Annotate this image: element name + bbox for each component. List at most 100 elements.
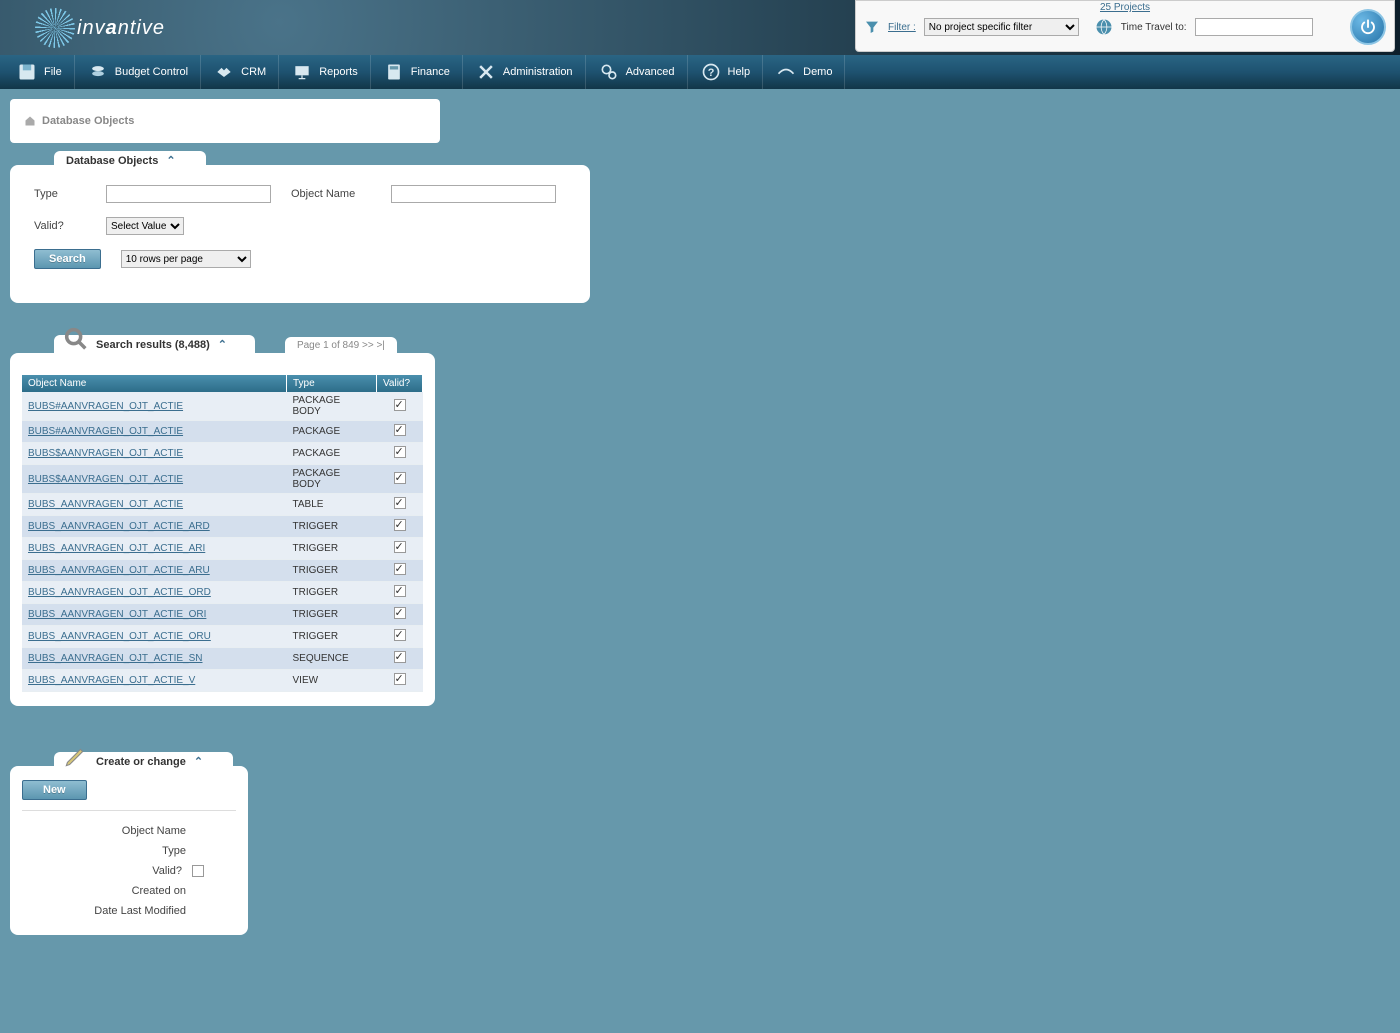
type-cell: VIEW xyxy=(287,670,377,692)
valid-checkbox[interactable] xyxy=(394,651,406,663)
magnifier-icon xyxy=(62,325,90,353)
valid-select[interactable]: Select Value xyxy=(106,217,184,235)
projects-count-link[interactable]: 25 Projects xyxy=(856,1,1394,14)
valid-checkbox[interactable] xyxy=(394,563,406,575)
menu-label: Reports xyxy=(319,66,358,78)
table-row: BUBS_AANVRAGEN_OJT_ACTIE_ARDTRIGGER xyxy=(22,516,423,538)
valid-checkbox[interactable] xyxy=(394,446,406,458)
menu-label: Advanced xyxy=(626,66,675,78)
object-link[interactable]: BUBS#AANVRAGEN_OJT_ACTIE xyxy=(28,426,183,437)
pencil-icon xyxy=(62,744,88,770)
object-link[interactable]: BUBS_AANVRAGEN_OJT_ACTIE_ARU xyxy=(28,565,210,576)
object-link[interactable]: BUBS_AANVRAGEN_OJT_ACTIE xyxy=(28,499,183,510)
object-link[interactable]: BUBS$AANVRAGEN_OJT_ACTIE xyxy=(28,474,183,485)
coins-icon xyxy=(87,61,109,83)
project-filter-select[interactable]: No project specific filter xyxy=(924,18,1079,36)
brand-pre: inv xyxy=(77,17,106,39)
object-link[interactable]: BUBS$AANVRAGEN_OJT_ACTIE xyxy=(28,448,183,459)
type-cell: PACKAGE BODY xyxy=(287,392,377,421)
menu-admin[interactable]: Administration xyxy=(463,55,586,89)
type-cell: TRIGGER xyxy=(287,626,377,648)
power-icon xyxy=(1359,18,1377,36)
create-type-label: Type xyxy=(162,845,186,857)
topbar: invantive 25 Projects Filter : No projec… xyxy=(0,0,1400,55)
rows-per-page-select[interactable]: 10 rows per page xyxy=(121,250,251,268)
menu-label: Finance xyxy=(411,66,450,78)
type-cell: TRIGGER xyxy=(287,538,377,560)
valid-checkbox[interactable] xyxy=(394,629,406,641)
table-row: BUBS#AANVRAGEN_OJT_ACTIE PACKAGE BODY xyxy=(22,392,423,421)
object-link[interactable]: BUBS_AANVRAGEN_OJT_ACTIE_ARD xyxy=(28,521,210,532)
logo-starburst-icon xyxy=(35,8,75,48)
object-link[interactable]: BUBS_AANVRAGEN_OJT_ACTIE_ORU xyxy=(28,631,211,642)
valid-checkbox[interactable] xyxy=(394,607,406,619)
collapse-chevron-icon[interactable]: ⌃ xyxy=(194,755,203,768)
filter-link[interactable]: Filter : xyxy=(888,22,916,33)
main-menu: File Budget Control CRM Reports Finance … xyxy=(0,55,1400,89)
type-input[interactable] xyxy=(106,185,271,203)
menu-label: Administration xyxy=(503,66,573,78)
valid-checkbox[interactable] xyxy=(394,673,406,685)
tools-icon xyxy=(475,61,497,83)
power-button[interactable] xyxy=(1350,9,1386,45)
object-link[interactable]: BUBS_AANVRAGEN_OJT_ACTIE_ORD xyxy=(28,587,211,598)
valid-checkbox[interactable] xyxy=(394,497,406,509)
menu-crm[interactable]: CRM xyxy=(201,55,279,89)
object-link[interactable]: BUBS_AANVRAGEN_OJT_ACTIE_SN xyxy=(28,653,203,664)
gears-icon xyxy=(598,61,620,83)
object-link[interactable]: BUBS_AANVRAGEN_OJT_ACTIE_V xyxy=(28,675,195,686)
valid-checkbox[interactable] xyxy=(394,472,406,484)
results-panel: Search results (8,488) ⌃ Page 1 of 849 >… xyxy=(10,353,435,706)
search-button[interactable]: Search xyxy=(34,249,101,269)
funnel-icon xyxy=(864,19,880,35)
globe-icon xyxy=(1095,18,1113,36)
header-controls: Filter : No project specific filter Time… xyxy=(856,14,1394,40)
search-panel-title: Database Objects xyxy=(66,155,158,167)
col-valid[interactable]: Valid? xyxy=(377,375,423,392)
type-cell: PACKAGE BODY xyxy=(287,465,377,494)
valid-checkbox[interactable] xyxy=(394,424,406,436)
menu-help[interactable]: ? Help xyxy=(688,55,764,89)
type-label: Type xyxy=(34,188,86,200)
help-icon: ? xyxy=(700,61,722,83)
object-link[interactable]: BUBS_AANVRAGEN_OJT_ACTIE_ARI xyxy=(28,543,205,554)
table-row: BUBS#AANVRAGEN_OJT_ACTIEPACKAGE xyxy=(22,421,423,443)
collapse-chevron-icon[interactable]: ⌃ xyxy=(218,338,227,351)
menu-label: Demo xyxy=(803,66,832,78)
timetravel-label: Time Travel to: xyxy=(1121,22,1187,33)
create-panel: Create or change ⌃ New Object Name Type … xyxy=(10,766,248,935)
valid-checkbox[interactable] xyxy=(394,585,406,597)
menu-advanced[interactable]: Advanced xyxy=(586,55,688,89)
create-valid-checkbox[interactable] xyxy=(192,865,204,877)
pager[interactable]: Page 1 of 849 >> >| xyxy=(285,337,397,354)
svg-text:?: ? xyxy=(707,67,714,79)
menu-reports[interactable]: Reports xyxy=(279,55,371,89)
valid-checkbox[interactable] xyxy=(394,399,406,411)
breadcrumb: Database Objects xyxy=(10,99,440,143)
menu-finance[interactable]: Finance xyxy=(371,55,463,89)
object-name-label: Object Name xyxy=(291,188,371,200)
menu-label: Help xyxy=(728,66,751,78)
search-panel-tab: Database Objects ⌃ xyxy=(54,151,206,170)
breadcrumb-title: Database Objects xyxy=(42,115,134,127)
type-cell: PACKAGE xyxy=(287,443,377,465)
valid-checkbox[interactable] xyxy=(394,541,406,553)
type-cell: TABLE xyxy=(287,494,377,516)
collapse-chevron-icon[interactable]: ⌃ xyxy=(166,154,175,167)
timetravel-input[interactable] xyxy=(1195,18,1313,36)
table-row: BUBS_AANVRAGEN_OJT_ACTIE_ARI TRIGGER xyxy=(22,538,423,560)
menu-demo[interactable]: Demo xyxy=(763,55,845,89)
col-type[interactable]: Type xyxy=(287,375,377,392)
search-panel: Database Objects ⌃ Type Object Name Vali… xyxy=(10,165,590,303)
table-row: BUBS_AANVRAGEN_OJT_ACTIE TABLE xyxy=(22,494,423,516)
object-link[interactable]: BUBS#AANVRAGEN_OJT_ACTIE xyxy=(28,401,183,412)
valid-checkbox[interactable] xyxy=(394,519,406,531)
object-name-input[interactable] xyxy=(391,185,556,203)
menu-budget[interactable]: Budget Control xyxy=(75,55,201,89)
menu-file[interactable]: File xyxy=(4,55,75,89)
menu-label: Budget Control xyxy=(115,66,188,78)
new-button[interactable]: New xyxy=(22,780,87,800)
object-link[interactable]: BUBS_AANVRAGEN_OJT_ACTIE_ORI xyxy=(28,609,206,620)
col-object-name[interactable]: Object Name xyxy=(22,375,287,392)
table-row: BUBS_AANVRAGEN_OJT_ACTIE_ORDTRIGGER xyxy=(22,582,423,604)
